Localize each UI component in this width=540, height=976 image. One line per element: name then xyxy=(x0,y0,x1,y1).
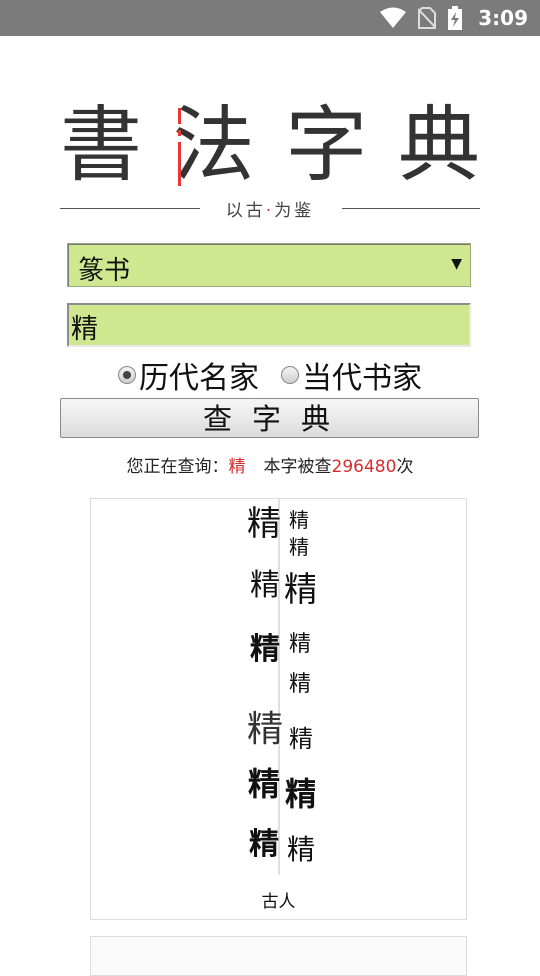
query-count: 296480 xyxy=(331,457,397,477)
svg-text:精: 精 xyxy=(284,570,315,610)
result-card[interactable]: 精 精 精 精 精 精 精 精 精 精 精 精 精 精 古人 xyxy=(90,498,467,920)
logo-char-3: 字 xyxy=(285,98,368,193)
radio-contemporary[interactable]: 当代书家 xyxy=(281,354,422,396)
radio-historical-label[interactable]: 历代名家 xyxy=(139,353,259,397)
script-type-value: 篆书 xyxy=(78,256,131,286)
logo-red-mark xyxy=(178,108,181,186)
calligraphy-image[interactable]: 精 精 精 精 精 精 精 精 精 精 精 精 精 精 xyxy=(243,499,318,879)
radio-circle-unchecked[interactable] xyxy=(281,366,299,384)
count-prefix: 本字被查 xyxy=(263,457,332,477)
logo-line-left xyxy=(60,208,200,209)
radio-circle-checked[interactable] xyxy=(118,366,136,384)
svg-text:精: 精 xyxy=(248,765,280,803)
svg-text:精: 精 xyxy=(250,568,280,603)
svg-text:精: 精 xyxy=(289,632,311,657)
logo-char-2: 法 xyxy=(172,98,255,193)
radio-historical[interactable]: 历代名家 xyxy=(118,354,259,396)
svg-text:精: 精 xyxy=(289,535,309,559)
query-info: 您正在查询：精 本字被查296480次 xyxy=(0,452,540,477)
result-card-next[interactable] xyxy=(90,936,467,976)
battery-charging-icon xyxy=(448,6,463,30)
logo-title: 書 法 字 典 xyxy=(60,100,480,192)
search-dictionary-button[interactable]: 查字典 xyxy=(60,398,479,438)
svg-text:精: 精 xyxy=(287,833,315,866)
query-char: 精 xyxy=(228,457,246,477)
clock-time: 3:09 xyxy=(478,6,528,30)
svg-text:精: 精 xyxy=(289,672,311,697)
logo-char-1: 書 xyxy=(60,98,143,193)
app-logo: 書 法 字 典 以古·为鉴 xyxy=(60,100,480,224)
radio-contemporary-label[interactable]: 当代书家 xyxy=(302,353,422,397)
logo-char-4: 典 xyxy=(397,98,480,193)
logo-line-right xyxy=(342,208,480,209)
svg-text:精: 精 xyxy=(285,775,315,813)
calligrapher-type-radios: 历代名家 当代书家 xyxy=(0,354,540,396)
query-prefix: 您正在查询： xyxy=(126,457,229,477)
character-input[interactable] xyxy=(67,303,471,347)
status-bar: 3:09 xyxy=(0,0,540,36)
result-caption: 古人 xyxy=(261,892,296,912)
subtitle-right: 为鉴 xyxy=(274,201,315,221)
svg-text:精: 精 xyxy=(250,632,280,667)
svg-text:精: 精 xyxy=(247,504,281,544)
calligraphy-sheet: 精 精 精 精 精 精 精 精 精 精 精 精 精 精 xyxy=(247,499,318,875)
wifi-icon xyxy=(380,7,407,29)
svg-text:精: 精 xyxy=(247,709,283,750)
subtitle-left: 以古 xyxy=(225,201,266,221)
svg-text:精: 精 xyxy=(289,508,309,532)
logo-subtitle: 以古·为鉴 xyxy=(60,196,480,222)
svg-text:精: 精 xyxy=(289,725,313,753)
logo-subtitle-text: 以古·为鉴 xyxy=(210,196,330,222)
no-sim-icon xyxy=(418,7,437,29)
count-suffix: 次 xyxy=(396,457,414,477)
script-type-select[interactable]: 篆书 ▼ xyxy=(67,243,471,287)
subtitle-dot: · xyxy=(265,201,275,221)
svg-text:精: 精 xyxy=(249,827,279,862)
dropdown-arrow-icon: ▼ xyxy=(451,256,462,272)
